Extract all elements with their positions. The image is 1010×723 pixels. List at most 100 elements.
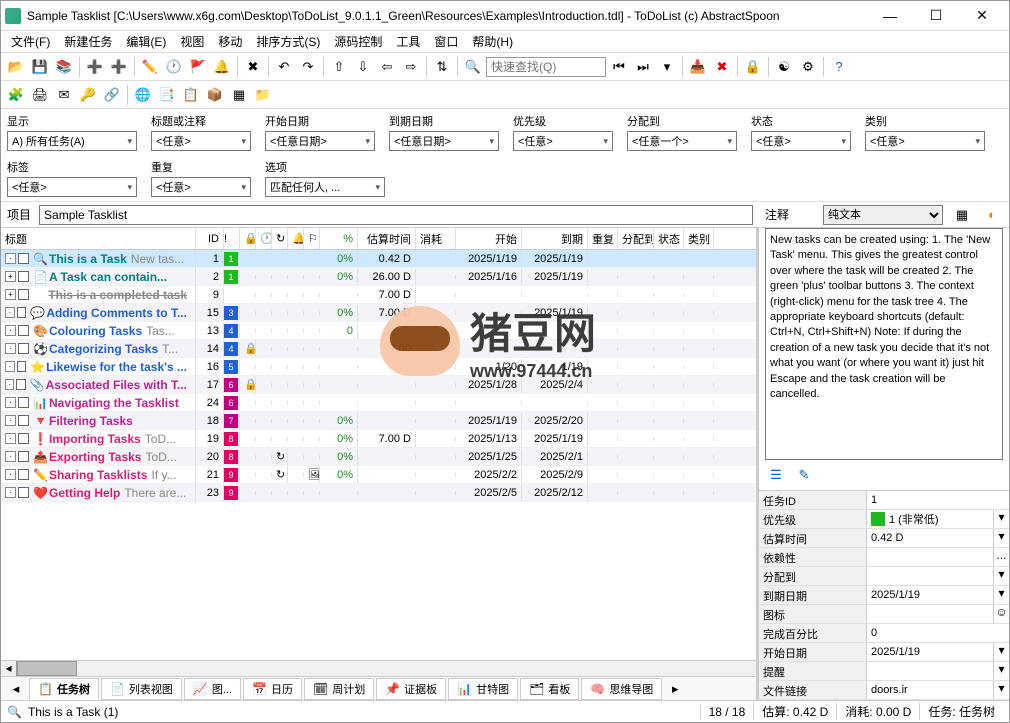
dropdown-icon[interactable]: ▾ — [993, 586, 1009, 604]
notes-body[interactable]: New tasks can be created using: 1. The '… — [765, 228, 1003, 460]
filter-icon[interactable]: 📥 — [687, 56, 709, 78]
property-row[interactable]: 分配到▾ — [759, 567, 1009, 586]
property-row[interactable]: 估算时间0.42 D▾ — [759, 529, 1009, 548]
checkbox[interactable] — [18, 433, 29, 444]
property-row[interactable]: 提醒▾ — [759, 662, 1009, 681]
dropdown-icon[interactable]: ▾ — [993, 529, 1009, 547]
expand-icon[interactable]: + — [5, 271, 16, 282]
hscrollbar[interactable]: ◂ — [1, 660, 756, 676]
checkbox[interactable] — [18, 253, 29, 264]
checkbox[interactable] — [17, 361, 27, 372]
dropdown-icon[interactable]: ▾ — [993, 567, 1009, 585]
filter-priority[interactable]: <任意> — [513, 131, 613, 151]
prop-value[interactable]: 0 — [867, 624, 1009, 642]
filter-repeat[interactable]: <任意> — [151, 177, 251, 197]
expand-icon[interactable]: · — [5, 433, 16, 444]
findnext-icon[interactable]: ⏭ — [632, 56, 654, 78]
copy-icon[interactable]: 📋 — [180, 84, 202, 106]
notes-format-select[interactable]: 纯文本 — [823, 205, 943, 225]
save-icon[interactable]: 💾 — [29, 56, 51, 78]
task-row[interactable]: ·🔻Filtering Tasks 18 7 0% 2025/1/19 2025… — [1, 412, 756, 430]
task-row[interactable]: ·🎨Colouring TasksTas... 13 4 0 — [1, 322, 756, 340]
cancel-icon[interactable]: ✖ — [711, 56, 733, 78]
checkbox[interactable] — [18, 487, 29, 498]
filter-title[interactable]: <任意> — [151, 131, 251, 151]
checkbox[interactable] — [17, 307, 27, 318]
filter-duedate[interactable]: <任意日期> — [389, 131, 499, 151]
menu-item[interactable]: 视图 — [174, 31, 210, 52]
col-lock-icon[interactable]: 🔒 — [240, 228, 256, 249]
property-row[interactable]: 依赖性... — [759, 548, 1009, 567]
view-tab[interactable]: 📅日历 — [243, 678, 302, 700]
moveup-icon[interactable]: ⇧ — [328, 56, 350, 78]
dropdown-icon[interactable]: ▾ — [993, 643, 1009, 661]
key-icon[interactable]: 🔑 — [77, 84, 99, 106]
task-row[interactable]: ·📎Associated Files with T... 17 6 🔒 2025… — [1, 376, 756, 394]
notes-btn1[interactable]: ▦ — [951, 204, 973, 226]
undo-icon[interactable]: ↶ — [273, 56, 295, 78]
view-tab[interactable]: 🧠思维导图 — [581, 678, 662, 700]
checkbox[interactable] — [18, 289, 29, 300]
expand-icon[interactable]: · — [5, 415, 16, 426]
grid-icon[interactable]: ▦ — [228, 84, 250, 106]
gear-icon[interactable]: ⚙ — [797, 56, 819, 78]
puzzle-icon[interactable]: 🧩 — [5, 84, 27, 106]
col-recur-icon[interactable]: ↻ — [272, 228, 288, 249]
col-alloc[interactable]: 分配到 — [618, 228, 654, 249]
proptool-1[interactable]: ☰ — [765, 464, 787, 486]
task-row[interactable]: ·❤️Getting HelpThere are... 23 9 2025/2/… — [1, 484, 756, 502]
menu-item[interactable]: 窗口 — [428, 31, 464, 52]
grid-body[interactable]: ·🔍This is a TaskNew tas... 1 1 0%0.42 D … — [1, 250, 756, 660]
filter-category[interactable]: <任意> — [865, 131, 985, 151]
task-row[interactable]: ·📊Navigating the Tasklist 24 6 — [1, 394, 756, 412]
open-icon[interactable]: 📂 — [5, 56, 27, 78]
checkbox[interactable] — [16, 379, 25, 390]
expand-icon[interactable]: · — [5, 379, 14, 390]
dropdown-icon[interactable]: ▾ — [656, 56, 678, 78]
filter-tags[interactable]: <任意> — [7, 177, 137, 197]
col-flag-icon[interactable]: ⚐ — [304, 228, 320, 249]
col-bell-icon[interactable]: 🔔 — [288, 228, 304, 249]
prop-value[interactable]: 2025/1/19 — [867, 643, 993, 661]
tab-scroll-left[interactable]: ◂ — [5, 678, 27, 700]
expand-icon[interactable]: · — [5, 397, 16, 408]
col-status[interactable]: 状态 — [654, 228, 684, 249]
property-row[interactable]: 文件链接doors.ir▾ — [759, 681, 1009, 700]
menu-item[interactable]: 工具 — [390, 31, 426, 52]
checkbox[interactable] — [18, 271, 29, 282]
folder-icon[interactable]: 📁 — [252, 84, 274, 106]
expand-icon[interactable]: · — [5, 469, 16, 480]
property-row[interactable]: 图标☺ — [759, 605, 1009, 624]
view-tab[interactable]: 🗓周计划 — [304, 678, 374, 700]
newtask-icon[interactable]: ➕ — [84, 56, 106, 78]
task-row[interactable]: +📄A Task can contain... 2 1 0%26.00 D 20… — [1, 268, 756, 286]
notes-btn2[interactable]: ◐ — [981, 204, 1003, 226]
proptool-2[interactable]: ✎ — [793, 464, 815, 486]
col-start[interactable]: 开始 — [456, 228, 522, 249]
sort-icon[interactable]: ⇅ — [431, 56, 453, 78]
redo-icon[interactable]: ↷ — [297, 56, 319, 78]
docs-icon[interactable]: 📑 — [156, 84, 178, 106]
task-row[interactable]: ·⚽Categorizing TasksT... 14 4 🔒 7.00 — [1, 340, 756, 358]
help-icon[interactable]: ? — [828, 56, 850, 78]
checkbox[interactable] — [18, 397, 29, 408]
task-row[interactable]: ·✏️Sharing TasklistsIf y... 21 9 ↻ 🖼 0% … — [1, 466, 756, 484]
view-tab[interactable]: 📋任务树 — [29, 678, 99, 700]
expand-icon[interactable]: · — [5, 487, 16, 498]
menu-item[interactable]: 移动 — [212, 31, 248, 52]
expand-icon[interactable]: · — [5, 253, 16, 264]
checkbox[interactable] — [18, 451, 29, 462]
task-row[interactable]: ·⭐Likewise for the task's ... 16 5 1/20 … — [1, 358, 756, 376]
prop-value[interactable] — [867, 548, 993, 566]
expand-icon[interactable]: + — [5, 289, 16, 300]
close-button[interactable]: ✕ — [959, 1, 1005, 31]
checkbox[interactable] — [18, 343, 29, 354]
menu-item[interactable]: 文件(F) — [5, 31, 56, 52]
col-pct[interactable]: % — [320, 228, 358, 249]
property-row[interactable]: 开始日期2025/1/19▾ — [759, 643, 1009, 662]
filter-status[interactable]: <任意> — [751, 131, 851, 151]
col-due[interactable]: 到期 — [522, 228, 588, 249]
project-input[interactable] — [39, 205, 753, 225]
menu-item[interactable]: 编辑(E) — [120, 31, 172, 52]
lock-icon[interactable]: 🔒 — [742, 56, 764, 78]
